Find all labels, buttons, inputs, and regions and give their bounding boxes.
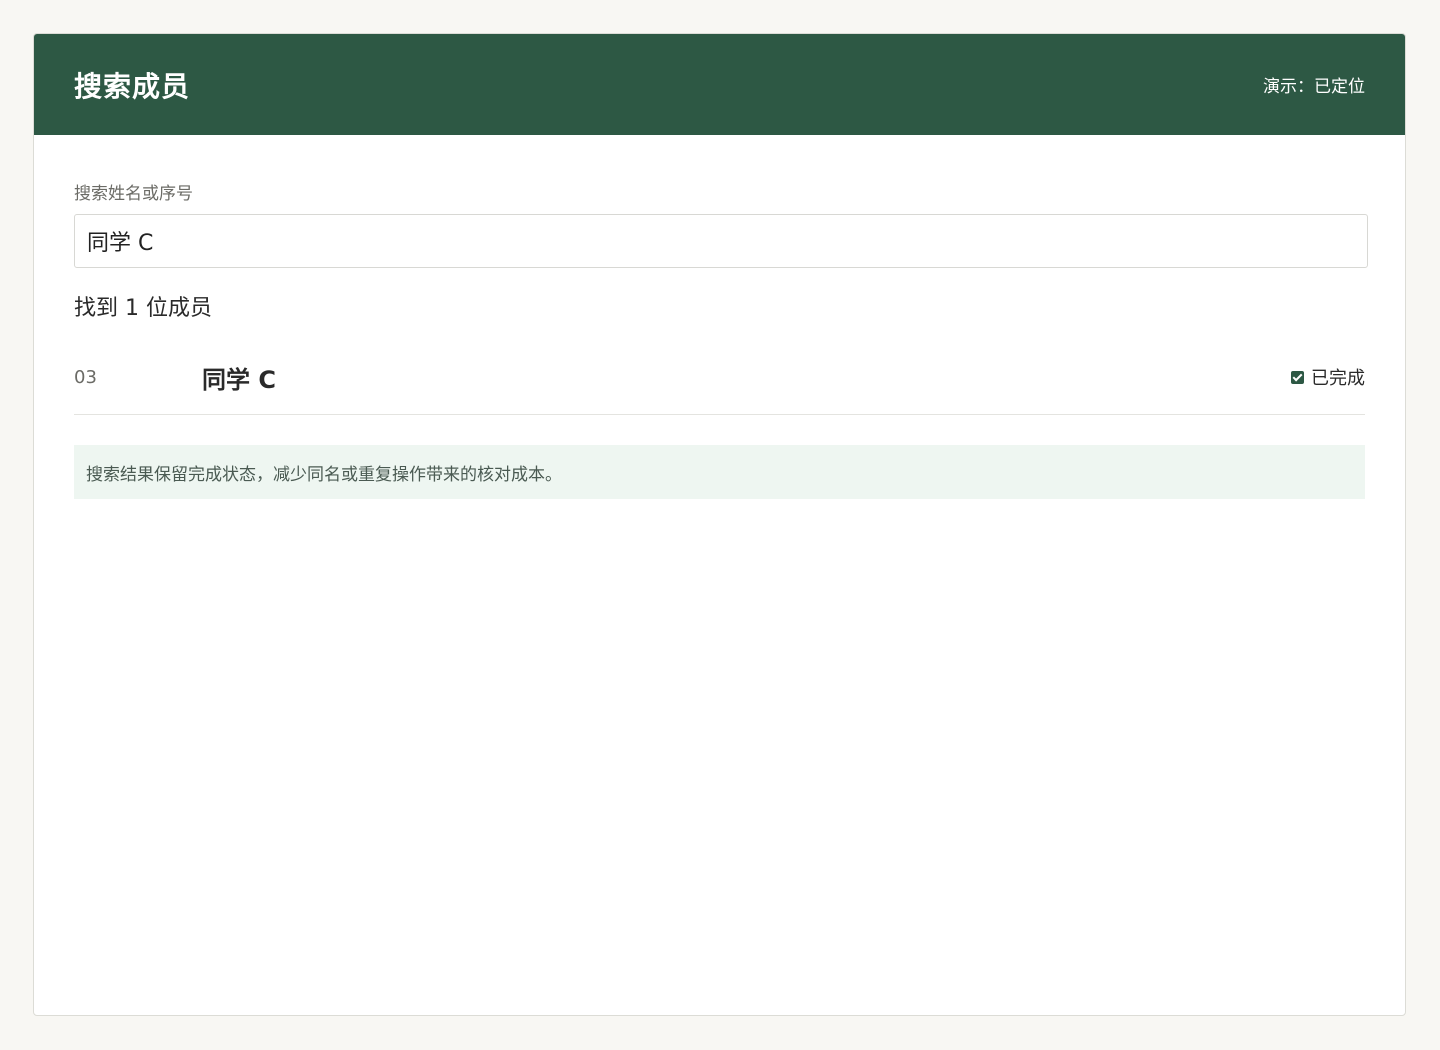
page-title: 搜索成员 [74,69,191,103]
member-index: 03 [74,366,97,388]
member-row[interactable]: 03 同学 C 已完成 [74,340,1365,415]
demo-status-text: 演示：已定位 [1263,77,1365,97]
info-note: 搜索结果保留完成状态，减少同名或重复操作带来的核对成本。 [74,445,1365,499]
search-label: 搜索姓名或序号 [74,184,193,204]
checked-checkbox-icon [1291,370,1304,384]
card-header: 搜索成员 演示：已定位 [34,34,1405,135]
search-members-card: 搜索成员 演示：已定位 搜索姓名或序号 找到 1 位成员 03 同学 C 已完成… [33,33,1406,1016]
completion-status-label: 已完成 [1311,368,1365,389]
member-name: 同学 C [202,365,276,394]
completion-status: 已完成 [1291,364,1365,390]
card-body: 搜索姓名或序号 找到 1 位成员 03 同学 C 已完成 搜索结果保留完成状态，… [34,135,1405,499]
result-count: 找到 1 位成员 [74,296,212,321]
search-input[interactable] [74,214,1368,268]
